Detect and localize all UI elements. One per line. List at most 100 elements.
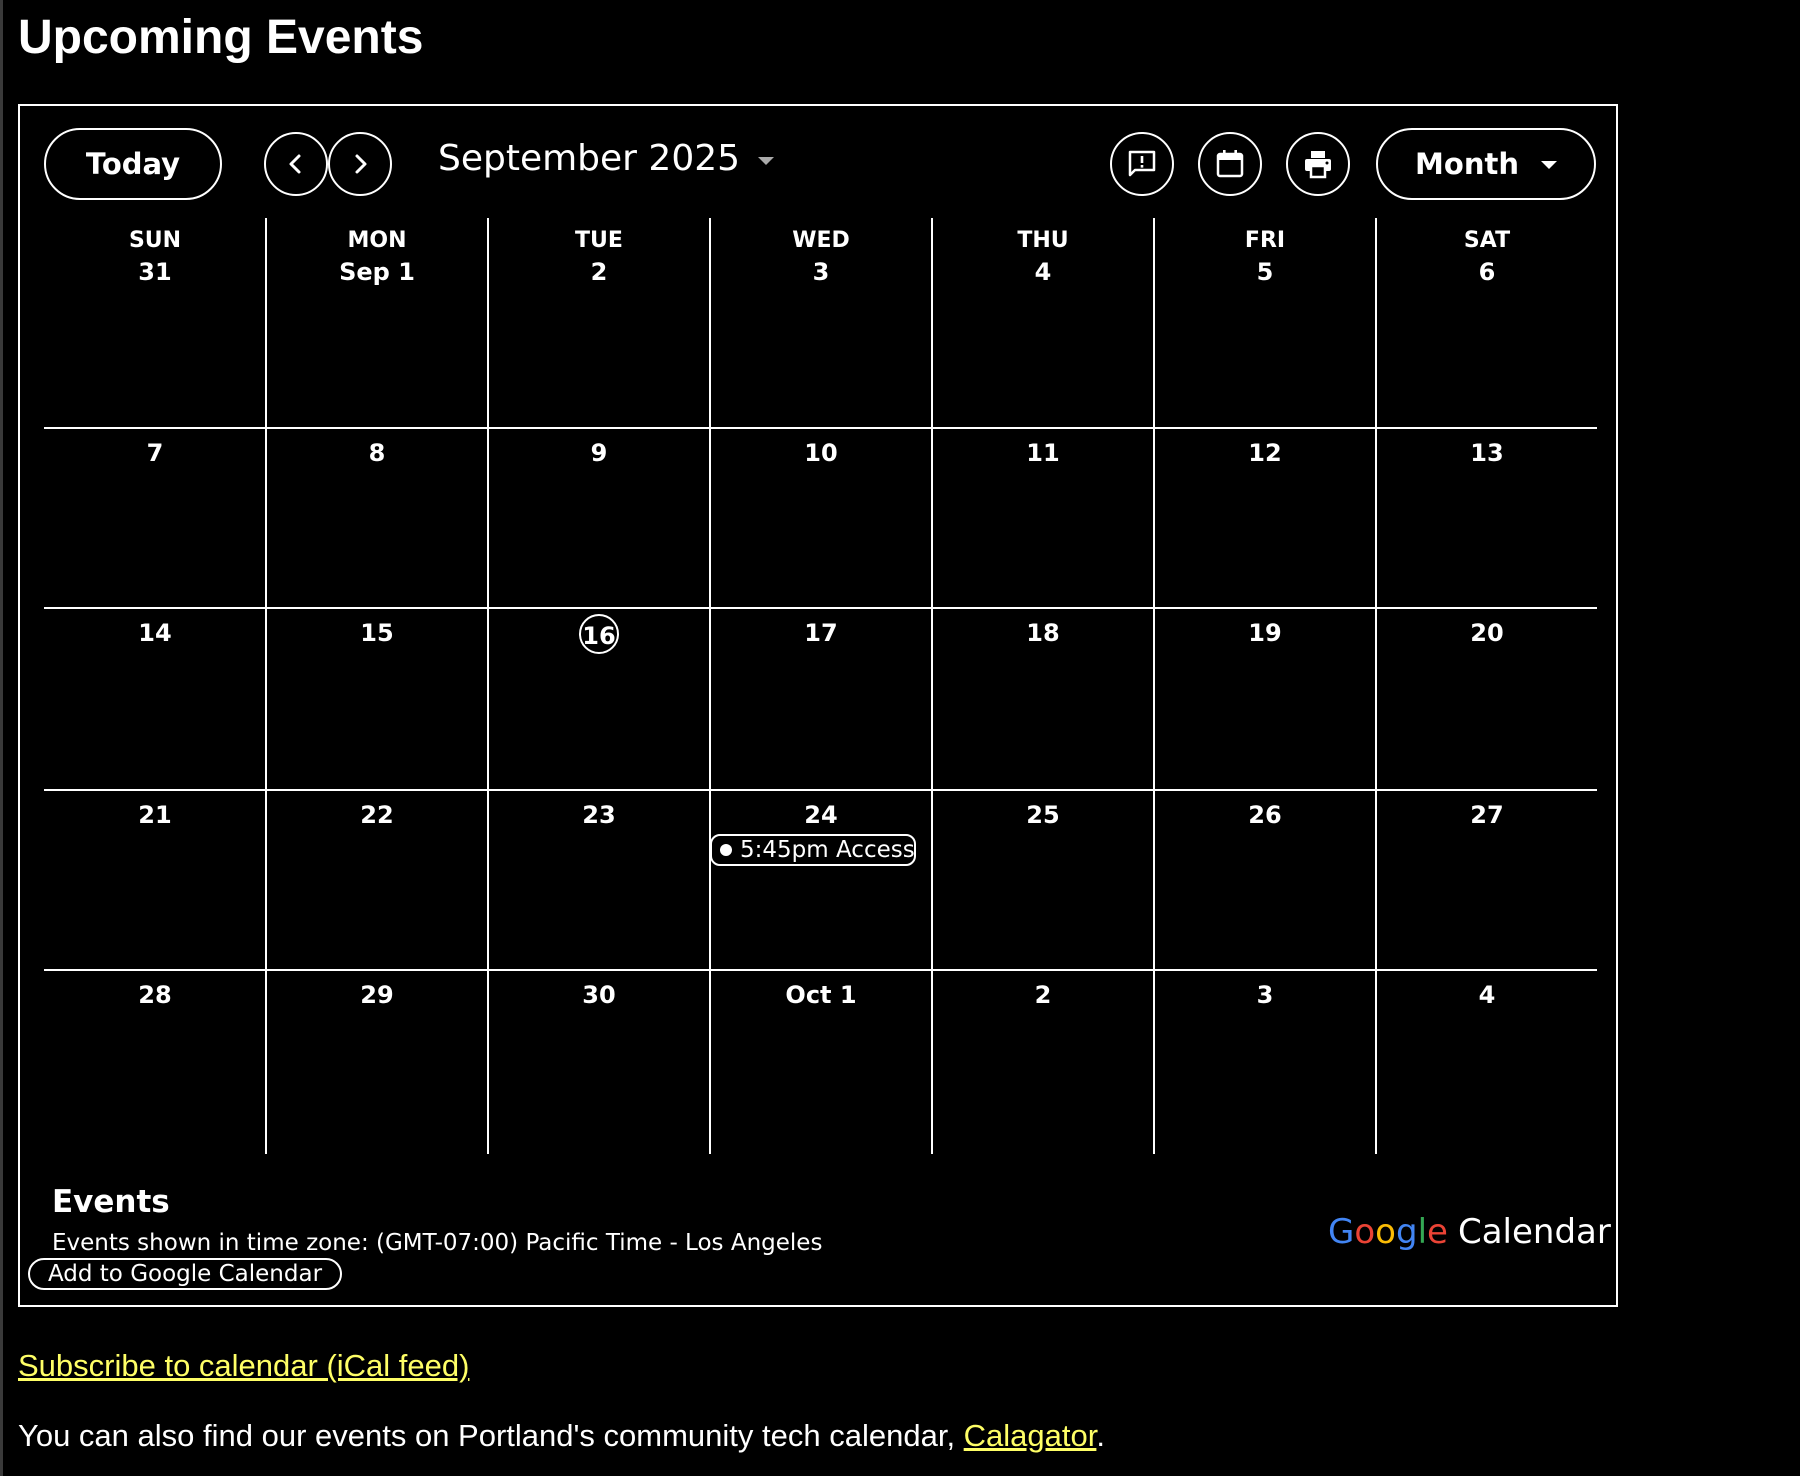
day-number[interactable]: 4 [1035,253,1052,291]
calendar-wordmark: Calendar [1457,1212,1611,1252]
subscribe-ical-link[interactable]: Subscribe to calendar (iCal feed) [18,1348,469,1384]
day-number[interactable]: Sep 1 [339,253,415,291]
day-number[interactable]: 17 [804,614,837,652]
day-cell[interactable]: SUN 31 [44,218,266,428]
day-cell[interactable]: 25 [932,790,1154,970]
day-number[interactable]: 5 [1257,253,1274,291]
open-calendar-button[interactable] [1198,132,1262,196]
print-button[interactable] [1286,132,1350,196]
day-cell[interactable]: 23 [488,790,710,970]
calagator-link[interactable]: Calagator [964,1418,1097,1453]
add-to-google-calendar-button[interactable]: Add to Google Calendar [28,1258,342,1290]
today-button[interactable]: Today [44,128,222,200]
day-cell[interactable]: 30 [488,970,710,1154]
day-number[interactable]: 20 [1470,614,1503,652]
day-cell[interactable]: THU 4 [932,218,1154,428]
day-number[interactable]: 30 [582,976,615,1014]
day-cell[interactable]: 24 5:45pm Accessi [710,790,932,970]
google-calendar-logo[interactable]: Google Calendar [1328,1212,1611,1252]
page-left-border [0,0,3,1476]
day-number[interactable]: 24 [804,796,837,834]
day-number[interactable]: 4 [1479,976,1496,1014]
embedded-calendar: Today September 2025 Month SUN 31 MON Se… [18,104,1618,1307]
previous-month-button[interactable] [264,132,328,196]
day-number[interactable]: 7 [147,434,164,472]
day-number[interactable]: 28 [138,976,171,1014]
day-number[interactable]: 12 [1248,434,1281,472]
caret-down-icon [1540,161,1557,169]
day-number[interactable]: 25 [1026,796,1059,834]
event-chip[interactable]: 5:45pm Accessi [710,834,916,866]
month-picker[interactable]: September 2025 [438,138,775,179]
day-number[interactable]: 19 [1248,614,1281,652]
today-day-number[interactable]: 16 [579,614,619,654]
day-cell[interactable]: TUE 2 [488,218,710,428]
day-number[interactable]: 3 [1257,976,1274,1014]
day-cell[interactable]: 9 [488,428,710,608]
event-dot-icon [720,844,732,856]
day-number[interactable]: Oct 1 [785,976,856,1014]
day-cell[interactable]: 3 [1154,970,1376,1154]
google-wordmark-letter: G [1328,1212,1355,1252]
day-cell[interactable]: 26 [1154,790,1376,970]
day-number[interactable]: 27 [1470,796,1503,834]
calendar-icon [1216,150,1244,178]
day-cell[interactable]: 21 [44,790,266,970]
day-cell[interactable]: 22 [266,790,488,970]
next-month-button[interactable] [328,132,392,196]
day-cell[interactable]: 7 [44,428,266,608]
day-number[interactable]: 31 [138,253,171,291]
feedback-button[interactable] [1110,132,1174,196]
day-number[interactable]: 26 [1248,796,1281,834]
day-number[interactable]: 18 [1026,614,1059,652]
timezone-text: Events shown in time zone: (GMT-07:00) P… [52,1230,823,1256]
day-cell[interactable]: 11 [932,428,1154,608]
day-number[interactable]: 8 [369,434,386,472]
day-number[interactable]: 23 [582,796,615,834]
day-number[interactable]: 2 [591,253,608,291]
day-number[interactable]: 6 [1479,253,1496,291]
view-mode-dropdown[interactable]: Month [1376,128,1596,200]
day-cell[interactable]: 12 [1154,428,1376,608]
day-cell[interactable]: 20 [1376,608,1598,790]
day-cell[interactable]: 2 [932,970,1154,1154]
weekday-label: WED [792,228,850,253]
day-number[interactable]: 13 [1470,434,1503,472]
day-cell[interactable]: Oct 1 [710,970,932,1154]
day-number[interactable]: 2 [1035,976,1052,1014]
day-number[interactable]: 11 [1026,434,1059,472]
day-cell[interactable]: 16 [488,608,710,790]
day-cell[interactable]: 14 [44,608,266,790]
day-cell[interactable]: WED 3 [710,218,932,428]
caret-down-icon [758,156,775,165]
day-cell[interactable]: 13 [1376,428,1598,608]
day-cell[interactable]: SAT 6 [1376,218,1598,428]
view-mode-label: Month [1415,147,1519,181]
day-number[interactable]: 29 [360,976,393,1014]
weekday-label: THU [1017,228,1069,253]
page-title: Upcoming Events [18,11,424,64]
day-cell[interactable]: 19 [1154,608,1376,790]
day-number[interactable]: 22 [360,796,393,834]
day-number[interactable]: 14 [138,614,171,652]
day-cell[interactable]: 15 [266,608,488,790]
day-cell[interactable]: FRI 5 [1154,218,1376,428]
day-cell[interactable]: 10 [710,428,932,608]
day-number[interactable]: 10 [804,434,837,472]
day-number[interactable]: 3 [813,253,830,291]
day-cell[interactable]: 27 [1376,790,1598,970]
day-number[interactable]: 9 [591,434,608,472]
day-cell[interactable]: 18 [932,608,1154,790]
weekday-label: FRI [1244,228,1286,253]
google-wordmark-letter: g [1395,1212,1418,1252]
day-cell[interactable]: 17 [710,608,932,790]
day-number[interactable]: 21 [138,796,171,834]
day-cell[interactable]: 4 [1376,970,1598,1154]
day-cell[interactable]: 8 [266,428,488,608]
weekday-label: MON [347,228,407,253]
event-title: 5:45pm Accessi [740,837,916,863]
day-cell[interactable]: 29 [266,970,488,1154]
day-cell[interactable]: 28 [44,970,266,1154]
day-number[interactable]: 15 [360,614,393,652]
day-cell[interactable]: MON Sep 1 [266,218,488,428]
